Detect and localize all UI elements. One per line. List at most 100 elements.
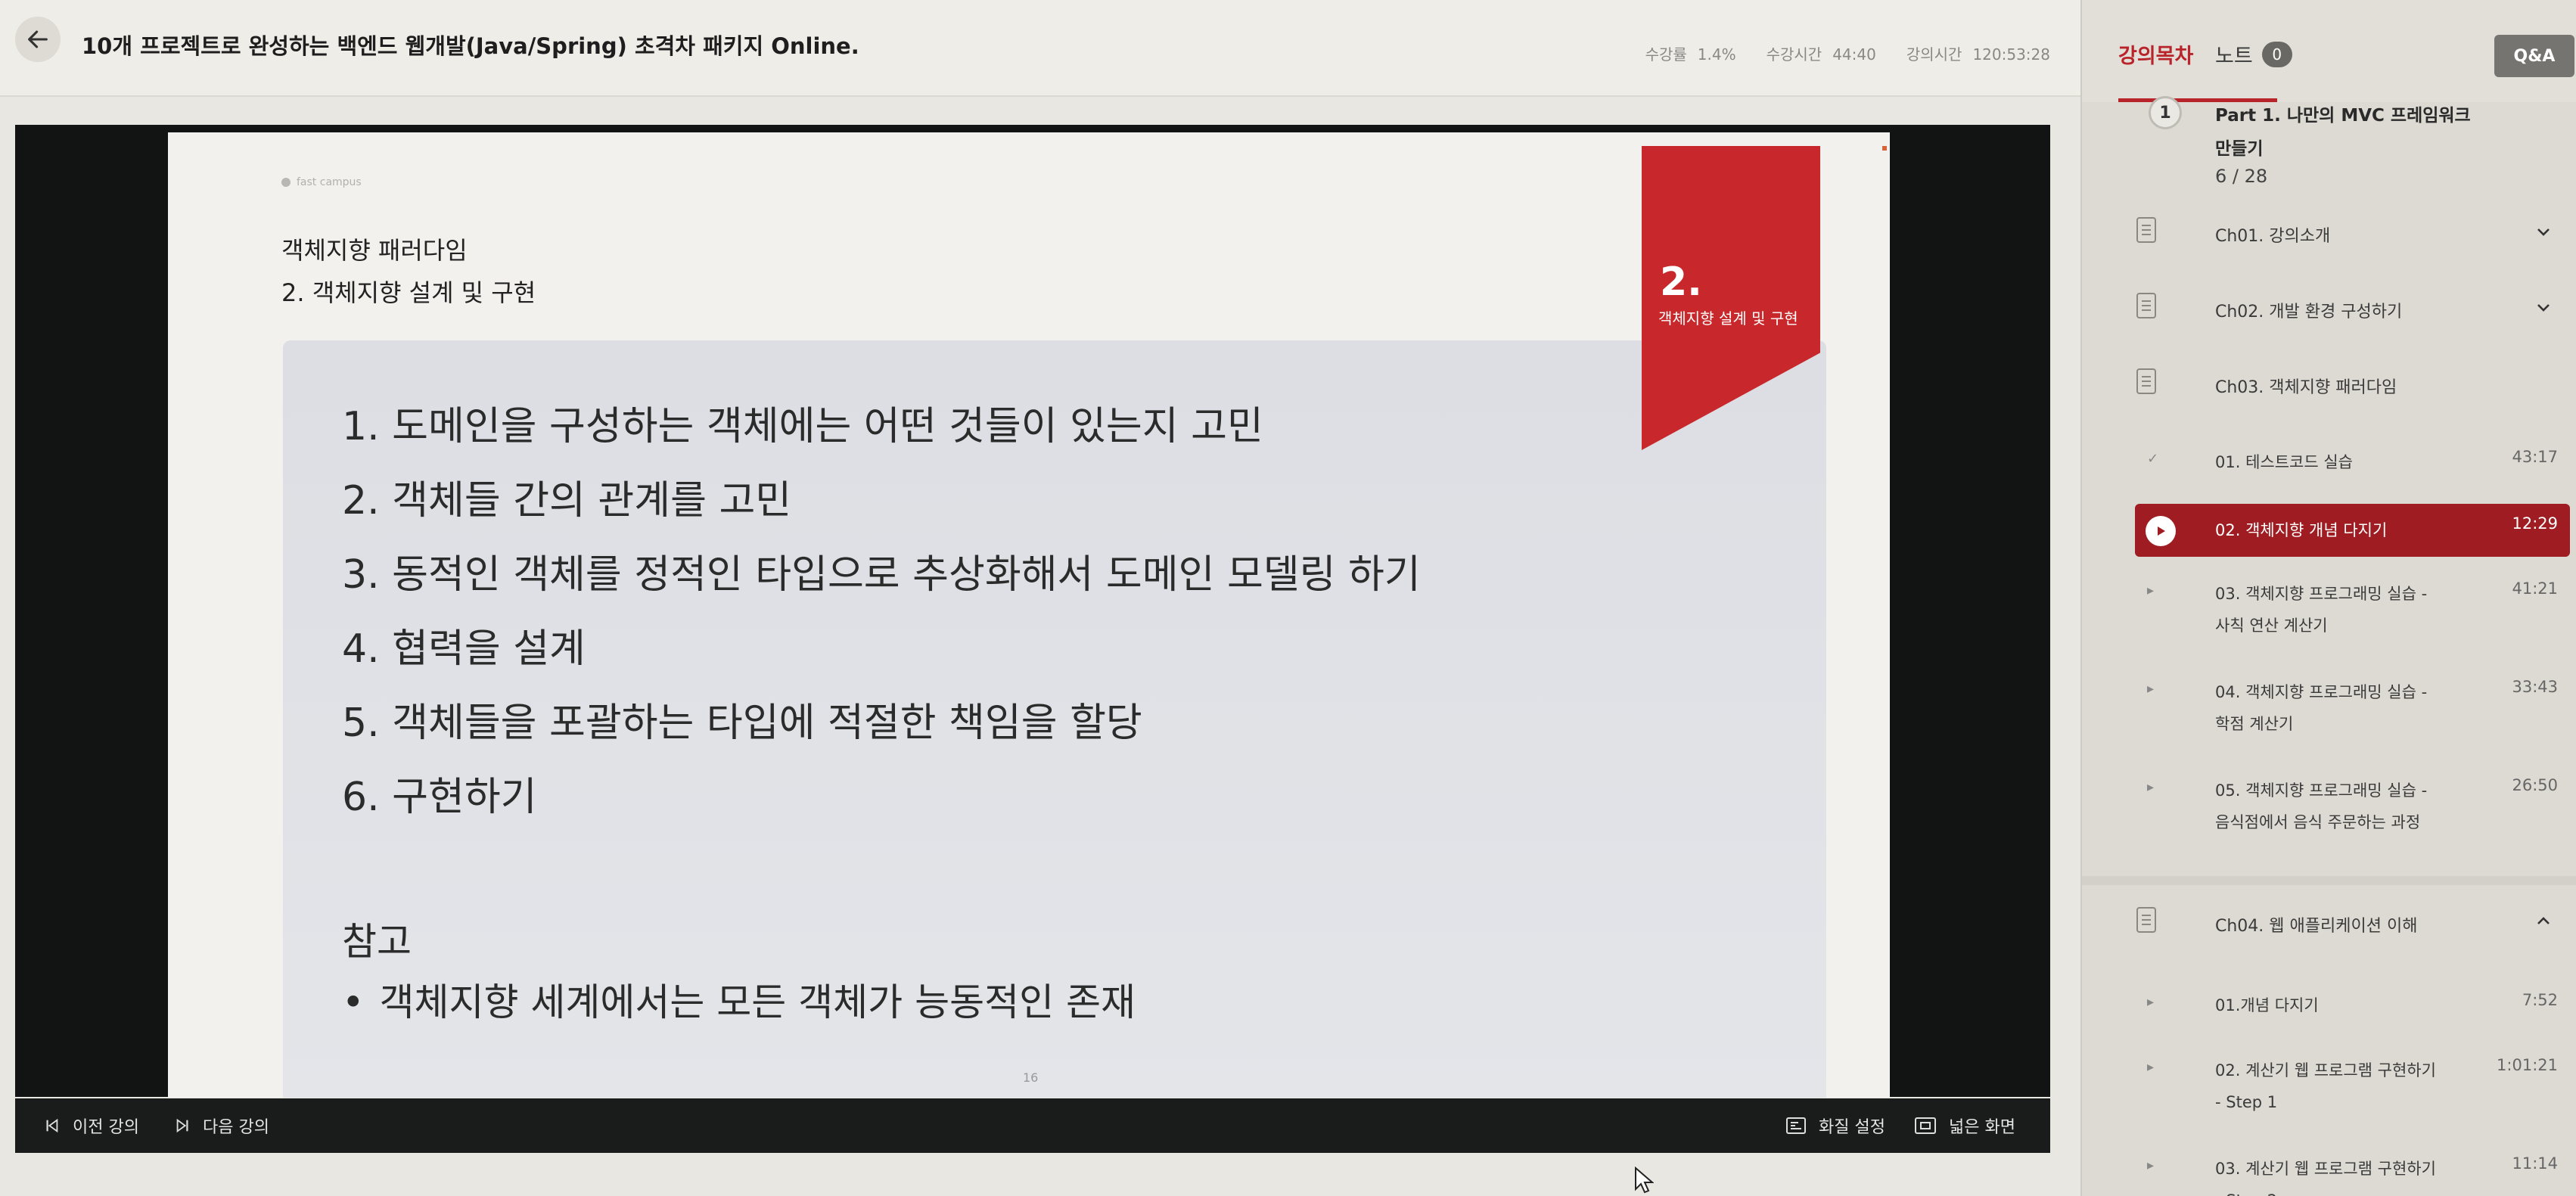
lesson-title: 02. 객체지향 개념 다지기 [2215,521,2388,539]
slide-reference-title: 참고 [342,920,412,964]
part-header[interactable]: 1 Part 1. 나만의 MVC 프레임워크 만들기 6 / 28 [2082,96,2576,193]
play-triangle-icon: ▸ [2147,681,2155,697]
chapter-divider [2082,876,2576,885]
slide-dot-mark [1882,146,1887,151]
prev-lecture-button[interactable]: 이전 강의 [44,1114,139,1138]
chapter-ch03[interactable]: Ch03. 객체지향 패러다임 [2135,354,2574,415]
quality-settings-label: 화질 설정 [1819,1118,1885,1137]
lesson-title: 03. 계산기 웹 프로그램 구현하기 - Step 2 [2215,1153,2465,1196]
sidebar-tabs: 강의목차 노트 0 Q&A [2082,0,2576,102]
document-icon [2136,368,2156,394]
course-stats: 수강률 1.4% 수강시간 44:40 강의시간 120:53:28 [1645,42,2050,64]
lesson-item[interactable]: ▸ 02. 계산기 웹 프로그램 구현하기 - Step 1 1:01:21 [2135,1045,2570,1129]
curriculum-sidebar: 강의목차 노트 0 Q&A 1 Part 1. 나만의 MVC 프레임워크 만들… [2080,0,2576,1196]
slide-point-list: 1. 도메인을 구성하는 객체에는 어떤 것들이 있는지 고민 2. 객체들 간… [342,390,1421,834]
stat-lecture-time: 강의시간 120:53:28 [1906,42,2050,64]
lesson-duration: 7:52 [2522,991,2558,1009]
lesson-title-line1: 03. 객체지향 프로그래밍 실습 - [2215,585,2428,603]
document-icon [2136,217,2156,243]
lesson-duration: 26:50 [2512,776,2558,794]
reference-text: 객체지향 세계에서는 모든 객체가 능동적인 존재 [379,980,1136,1024]
quality-settings-button[interactable]: 화질 설정 [1785,1114,1885,1138]
slide-point: 2. 객체들 간의 관계를 고민 [342,478,792,523]
lesson-item-active[interactable]: 02. 객체지향 개념 다지기 12:29 [2135,504,2570,557]
lecture-slide: fast campus 객체지향 패러다임 2. 객체지향 설계 및 구현 1.… [168,132,1890,1098]
play-icon [2146,516,2176,546]
chapter-ch02[interactable]: Ch02. 개발 환경 구성하기 [2135,278,2574,339]
wide-screen-icon [1915,1117,1936,1134]
tab-curriculum[interactable]: 강의목차 [2118,39,2193,69]
qa-button[interactable]: Q&A [2494,35,2574,77]
lesson-title-line2: - Step 1 [2215,1093,2278,1111]
tab-notes-label: 노트 [2215,45,2253,68]
back-button[interactable] [15,17,61,62]
lesson-item[interactable]: ▸ 03. 객체지향 프로그래밍 실습 - 사칙 연산 계산기 41:21 [2135,569,2570,652]
quality-icon [1786,1117,1806,1134]
lesson-title: 03. 객체지향 프로그래밍 실습 - 사칙 연산 계산기 [2215,578,2465,641]
lesson-title-line2: - Step 2 [2215,1185,2465,1196]
lesson-item[interactable]: ▸ 04. 객체지향 프로그래밍 실습 - 학점 계산기 33:43 [2135,667,2570,750]
bullet-icon: • [342,980,365,1024]
part-progress: 6 / 28 [2215,166,2268,187]
stat-label: 수강률 [1645,45,1687,64]
lesson-title-line2: 사칙 연산 계산기 [2215,617,2328,635]
slide-heading: 객체지향 패러다임 2. 객체지향 설계 및 구현 [281,229,536,314]
skip-previous-icon [46,1118,58,1133]
prev-lecture-label: 이전 강의 [73,1118,139,1137]
slide-point: 4. 협력을 설계 [342,626,586,672]
lesson-title: 01.개념 다지기 [2215,996,2319,1014]
slide-point: 1. 도메인을 구성하는 객체에는 어떤 것들이 있는지 고민 [342,404,1263,449]
lesson-title: 04. 객체지향 프로그래밍 실습 - 학점 계산기 [2215,676,2465,740]
check-icon: ✓ [2147,451,2159,467]
part-title-line1: Part 1. 나만의 MVC 프레임워크 [2215,106,2471,126]
part-title-line2: 만들기 [2215,139,2264,159]
play-triangle-icon: ▸ [2147,1059,2155,1075]
slide-page-number: 16 [1023,1070,1039,1085]
slide-reference-item: • 객체지향 세계에서는 모든 객체가 능동적인 존재 [342,972,1136,1027]
banner-number: 2. [1660,259,1702,305]
chevron-down-icon [2537,304,2550,312]
notes-count-badge: 0 [2261,41,2292,67]
logo-mark-icon [281,178,291,187]
stat-progress: 수강률 1.4% [1645,42,1736,64]
slide-point: 3. 동적인 객체를 정적인 타입으로 추상화해서 도메인 모델링 하기 [342,552,1421,598]
lesson-item[interactable]: ▸ 03. 계산기 웹 프로그램 구현하기 - Step 2 11:14 [2135,1144,2570,1196]
chevron-down-icon [2537,228,2550,236]
play-triangle-icon: ▸ [2147,779,2155,795]
stat-watch-time: 수강시간 44:40 [1767,42,1876,64]
lesson-duration: 43:17 [2512,448,2558,466]
part-number-badge: 1 [2149,96,2182,129]
lesson-duration: 12:29 [2512,514,2558,533]
chapter-label: Ch04. 웹 애플리케이션 이해 [2215,917,2418,936]
lesson-title: 05. 객체지향 프로그래밍 실습 - 음식점에서 음식 주문하는 과정 [2215,775,2465,838]
lesson-item[interactable]: ▸ 05. 객체지향 프로그래밍 실습 - 음식점에서 음식 주문하는 과정 2… [2135,766,2570,849]
chevron-up-icon [2537,917,2550,924]
next-lecture-button[interactable]: 다음 강의 [174,1114,269,1138]
skip-next-icon [176,1118,188,1133]
play-triangle-icon: ▸ [2147,1157,2155,1173]
lesson-title: 01. 테스트코드 실습 [2215,453,2353,471]
lesson-title-line2: 학점 계산기 [2215,715,2294,733]
lesson-item[interactable]: ✓ 01. 테스트코드 실습 43:17 [2135,437,2570,490]
slide-point: 5. 객체들을 포괄하는 타입에 적절한 책임을 할당 [342,701,1142,746]
document-icon [2136,293,2156,318]
chapter-ch04[interactable]: Ch04. 웹 애플리케이션 이해 [2135,893,2574,953]
lesson-title-line1: 04. 객체지향 프로그래밍 실습 - [2215,683,2428,701]
lesson-item[interactable]: ▸ 01.개념 다지기 7:52 [2135,980,2570,1033]
slide-point: 6. 구현하기 [342,775,537,820]
lesson-duration: 41:21 [2512,579,2558,598]
slide-heading-line2: 2. 객체지향 설계 및 구현 [281,278,536,307]
next-lecture-label: 다음 강의 [203,1118,269,1137]
lesson-title-line1: 02. 계산기 웹 프로그램 구현하기 [2215,1061,2436,1080]
wide-screen-label: 넓은 화면 [1949,1118,2015,1137]
stat-value: 44:40 [1832,45,1876,64]
chapter-label: Ch01. 강의소개 [2215,227,2331,246]
part-title: Part 1. 나만의 MVC 프레임워크 만들기 [2215,99,2471,166]
chapter-ch01[interactable]: Ch01. 강의소개 [2135,203,2574,263]
wide-screen-button[interactable]: 넓은 화면 [1914,1114,2015,1138]
stat-value: 120:53:28 [1972,45,2050,64]
tab-notes[interactable]: 노트 0 [2215,39,2292,69]
course-title: 10개 프로젝트로 완성하는 백엔드 웹개발(Java/Spring) 초격차 … [82,33,859,59]
video-player[interactable]: fast campus 객체지향 패러다임 2. 객체지향 설계 및 구현 1.… [15,125,2050,1098]
play-triangle-icon: ▸ [2147,582,2155,598]
